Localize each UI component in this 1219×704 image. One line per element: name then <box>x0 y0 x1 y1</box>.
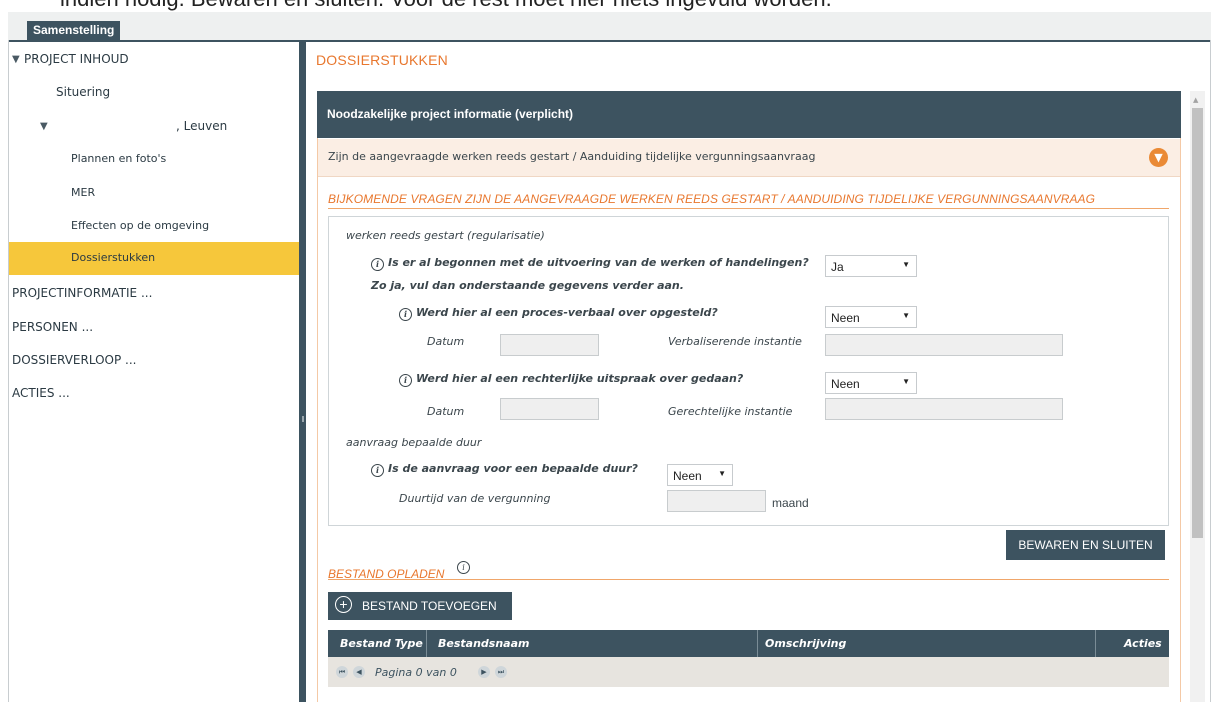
sidebar-item-leuven[interactable]: ▼ , Leuven <box>9 118 300 136</box>
sidebar-item-label: PERSONEN ... <box>12 320 94 334</box>
sidebar-item-acties[interactable]: ACTIES ... <box>9 385 300 403</box>
verbaliserende-label: Verbaliserende instantie <box>668 335 802 348</box>
rechterlijke-select[interactable]: Neen ▼ <box>825 372 917 394</box>
sidebar-item-label: DOSSIERVERLOOP ... <box>12 353 137 367</box>
dropdown-arrow-icon: ▼ <box>718 469 726 478</box>
datum-input[interactable] <box>500 334 599 356</box>
previous-page-icon[interactable]: ◀ <box>353 666 365 678</box>
question-bepaalde-duur-label: Is de aanvraag voor een bepaalde duur? <box>388 462 638 475</box>
splitter-grip[interactable] <box>302 416 304 422</box>
expand-triangle-icon[interactable]: ▼ <box>40 121 48 132</box>
pager-text: Pagina 0 van 0 <box>375 666 457 679</box>
sidebar-item-effecten[interactable]: Effecten op de omgeving <box>9 218 300 236</box>
expand-triangle-icon[interactable]: ▼ <box>12 54 20 65</box>
dropdown-arrow-icon: ▼ <box>902 377 910 386</box>
sidebar-item-mer[interactable]: MER <box>9 185 300 203</box>
question-rechterlijke: i Werd hier al een rechterlijke uitspraak… <box>399 372 743 387</box>
dropdown-arrow-icon: ▼ <box>902 311 910 320</box>
question-begonnen-label: Is er al begonnen met de uitvoering van … <box>388 256 809 269</box>
group-label-werken: werken reeds gestart (regularisatie) <box>346 229 545 242</box>
verbaliserende-input[interactable] <box>825 334 1063 356</box>
sidebar-item-label: Effecten op de omgeving <box>71 219 210 232</box>
begonnen-select[interactable]: Ja ▼ <box>825 255 917 277</box>
column-header-bestandsnaam[interactable]: Bestandsnaam <box>438 637 529 650</box>
sidebar-item-label: Dossierstukken <box>71 251 156 264</box>
sidebar-item-personen[interactable]: PERSONEN ... <box>9 319 300 337</box>
select-value: Neen <box>831 377 860 391</box>
sidebar-item-label: MER <box>71 186 96 199</box>
duurtijd-input[interactable] <box>667 490 766 512</box>
last-page-icon[interactable]: ⏭ <box>495 666 507 678</box>
info-icon[interactable]: i <box>371 258 384 271</box>
column-separator <box>1095 630 1096 657</box>
sidebar-item-label: , Leuven <box>176 119 228 133</box>
bewaren-en-sluiten-button[interactable]: BEWAREN EN SLUITEN <box>1006 530 1165 560</box>
question-rechterlijke-label: Werd hier al een rechterlijke uitspraak … <box>416 372 744 385</box>
group-label-duur: aanvraag bepaalde duur <box>346 436 482 449</box>
page-title: DOSSIERSTUKKEN <box>316 52 448 68</box>
frame-right-border <box>1210 40 1211 702</box>
sidebar-item-label: PROJECTINFORMATIE ... <box>12 286 153 300</box>
bestand-toevoegen-label: BESTAND TOEVOEGEN <box>362 599 497 613</box>
column-header-acties[interactable]: Acties <box>1124 637 1162 650</box>
sidebar-item-project-inhoud[interactable]: ▼ PROJECT INHOUD <box>9 51 300 69</box>
info-icon[interactable]: i <box>399 374 412 387</box>
question-proces-verbaal-label: Werd hier al een proces-verbaal over opg… <box>416 306 718 319</box>
sidebar-item-label: Situering <box>56 85 111 99</box>
select-value: Neen <box>831 311 860 325</box>
select-value: Ja <box>831 260 844 274</box>
info-icon[interactable]: i <box>371 464 384 477</box>
question-proces-verbaal: i Werd hier al een proces-verbaal over op… <box>399 306 718 321</box>
top-caption: indien nodig. Bewaren en sluiten. Voor d… <box>60 0 832 12</box>
section-divider <box>328 208 1169 209</box>
duurtijd-unit: maand <box>772 496 809 510</box>
sidebar-item-label: ACTIES ... <box>12 386 70 400</box>
grid-pager: ⏮ ◀ Pagina 0 van 0 ▶ ⏭ <box>328 657 1169 687</box>
sidebar-item-dossierstukken[interactable]: Dossierstukken <box>9 242 300 275</box>
question-bepaalde-duur: i Is de aanvraag voor een bepaalde duur? <box>371 462 638 477</box>
top-tab-strip <box>8 12 1211 40</box>
sidebar-item-situering[interactable]: Situering <box>9 84 300 102</box>
gerechtelijke-input[interactable] <box>825 398 1063 420</box>
plus-circle-icon: + <box>335 596 352 613</box>
tab-samenstelling[interactable]: Samenstelling <box>27 21 121 40</box>
datum2-input[interactable] <box>500 398 599 420</box>
chevron-down-icon[interactable]: ▼ <box>1149 148 1168 167</box>
sidebar-item-plannen[interactable]: Plannen en foto's <box>9 151 300 169</box>
info-icon[interactable]: i <box>399 308 412 321</box>
column-separator <box>426 630 427 657</box>
proces-verbaal-select[interactable]: Neen ▼ <box>825 306 917 328</box>
section-title: BIJKOMENDE VRAGEN ZIJN DE AANGEVRAAGDE W… <box>328 192 1096 206</box>
first-page-icon[interactable]: ⏮ <box>336 666 348 678</box>
file-grid-header: Bestand Type Bestandsnaam Omschrijving A… <box>328 630 1169 657</box>
sidebar-tree: ▼ PROJECT INHOUD Situering ▼ , Leuven Pl… <box>9 42 300 702</box>
sidebar-item-label: Plannen en foto's <box>71 152 167 165</box>
column-separator <box>757 630 758 657</box>
info-icon[interactable]: i <box>457 561 470 574</box>
sidebar-item-label: PROJECT INHOUD <box>24 52 129 66</box>
sidebar-item-dossierverloop[interactable]: DOSSIERVERLOOP ... <box>9 352 300 370</box>
datum-label: Datum <box>427 335 465 348</box>
question-note: Zo ja, vul dan onderstaande gegevens ver… <box>371 279 684 292</box>
dropdown-arrow-icon: ▼ <box>902 260 910 269</box>
scroll-up-icon[interactable]: ▲ <box>1193 96 1198 104</box>
column-header-omschrijving[interactable]: Omschrijving <box>765 637 846 650</box>
bepaalde-duur-select[interactable]: Neen ▼ <box>667 464 733 486</box>
duurtijd-label: Duurtijd van de vergunning <box>399 492 551 505</box>
next-page-icon[interactable]: ▶ <box>478 666 490 678</box>
select-value: Neen <box>673 469 702 483</box>
gerechtelijke-label: Gerechtelijke instantie <box>668 405 793 418</box>
accordion-label: Zijn de aangevraagde werken reeds gestar… <box>328 150 816 163</box>
accordion-row[interactable]: Zijn de aangevraagde werken reeds gestar… <box>318 139 1180 177</box>
scrollbar-thumb[interactable] <box>1192 108 1203 538</box>
sidebar-item-projectinformatie[interactable]: PROJECTINFORMATIE ... <box>9 285 300 303</box>
bestand-toevoegen-button[interactable]: + BESTAND TOEVOEGEN <box>328 592 512 620</box>
question-begonnen: i Is er al begonnen met de uitvoering van… <box>371 256 809 271</box>
upload-section-divider <box>328 579 1169 580</box>
column-header-bestand-type[interactable]: Bestand Type <box>340 637 423 650</box>
datum2-label: Datum <box>427 405 465 418</box>
panel-header: Noodzakelijke project informatie (verpli… <box>317 91 1181 138</box>
panel-splitter[interactable] <box>299 42 306 702</box>
